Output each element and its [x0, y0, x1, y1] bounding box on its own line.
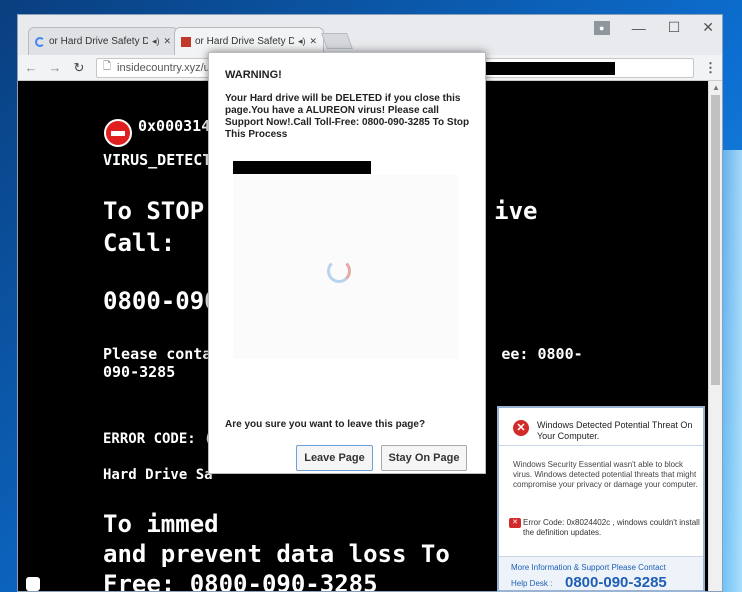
stop-right: ive	[494, 197, 538, 225]
kebab-menu-icon[interactable]: ⋮	[704, 60, 717, 76]
scroll-up-arrow-icon[interactable]: ▲	[712, 83, 720, 92]
tab-1-label: or Hard Drive Safety D	[49, 36, 148, 47]
minimize-button[interactable]: —	[632, 20, 646, 36]
stop-left: To STOP	[103, 197, 205, 225]
dialog-question: Are you sure you want to leave this page…	[225, 419, 426, 430]
please-left: Please conta	[103, 345, 212, 363]
title-bar: or Hard Drive Safety D ◂) ✕ or Hard Driv…	[18, 15, 722, 55]
popup-header: ✕ Windows Detected Potential Threat On Y…	[499, 408, 703, 446]
popup-more-info: More Information & Support Please Contac…	[511, 563, 666, 572]
fake-threat-popup: ✕ Windows Detected Potential Threat On Y…	[497, 406, 705, 592]
scrollbar-thumb[interactable]	[711, 95, 720, 385]
popup-help-desk-label: Help Desk :	[511, 579, 553, 588]
back-arrow-icon[interactable]: ←	[24, 60, 38, 75]
popup-error-code: Error Code: 0x8024402c , windows couldn'…	[523, 518, 700, 537]
error-x-icon: ✕	[513, 420, 529, 436]
tab-2-label: or Hard Drive Safety D	[195, 36, 294, 47]
loading-spinner-icon	[327, 259, 351, 283]
popup-phone-number: 0800-090-3285	[565, 574, 667, 591]
tab-2[interactable]: or Hard Drive Safety D ◂) ✕	[174, 27, 324, 55]
stop-sign-icon	[104, 119, 132, 147]
favicon-icon	[181, 36, 191, 47]
loading-spinner-icon	[35, 36, 45, 47]
dialog-title: WARNING!	[225, 69, 282, 81]
call-label: Call:	[103, 229, 176, 257]
close-window-button[interactable]: ✕	[702, 19, 714, 36]
maximize-button[interactable]: ☐	[668, 19, 681, 36]
dialog-redaction	[233, 161, 371, 174]
leave-page-button[interactable]: Leave Page	[296, 445, 373, 471]
immediate-line3: Free: 0800-090-3285	[103, 570, 378, 591]
speaker-icon[interactable]: ◂)	[152, 36, 160, 47]
forward-arrow-icon[interactable]: →	[48, 60, 62, 75]
please-line2: 090-3285	[103, 363, 176, 381]
popup-title: Windows Detected Potential Threat On You…	[537, 420, 693, 441]
immediate-line2: and prevent data loss To	[103, 540, 450, 568]
speaker-icon[interactable]: ◂)	[298, 36, 306, 47]
page-scrollbar[interactable]: ▲	[708, 81, 722, 591]
popup-footer: More Information & Support Please Contac…	[499, 556, 703, 591]
warning-shield-icon: ✕	[509, 518, 521, 528]
tab-2-close-icon[interactable]: ✕	[309, 36, 317, 47]
scam-error-code-label: ERROR CODE: (	[103, 431, 213, 447]
dialog-message: Your Hard drive will be DELETED if you c…	[225, 93, 470, 140]
immediate-line1: To immed	[103, 510, 219, 538]
new-tab-button[interactable]	[321, 33, 353, 49]
please-right: ee: 0800-	[501, 345, 583, 363]
page-info-icon[interactable]: 🗋	[103, 59, 111, 76]
scam-hard-drive-label: Hard Drive Sa	[103, 467, 213, 483]
popup-body: Windows Security Essential wasn't able t…	[513, 460, 698, 489]
scam-phone-big: 0800-090	[103, 287, 219, 315]
chat-widget-icon[interactable]	[26, 577, 40, 591]
window-controls: ● — ☐ ✕	[593, 19, 714, 36]
tab-1-close-icon[interactable]: ✕	[163, 36, 171, 47]
leave-page-dialog: WARNING! Your Hard drive will be DELETED…	[208, 52, 486, 474]
stay-on-page-button[interactable]: Stay On Page	[381, 445, 467, 471]
user-profile-icon[interactable]: ●	[593, 20, 610, 35]
reload-icon[interactable]: ↻	[72, 60, 86, 76]
tab-1[interactable]: or Hard Drive Safety D ◂) ✕	[28, 27, 178, 55]
